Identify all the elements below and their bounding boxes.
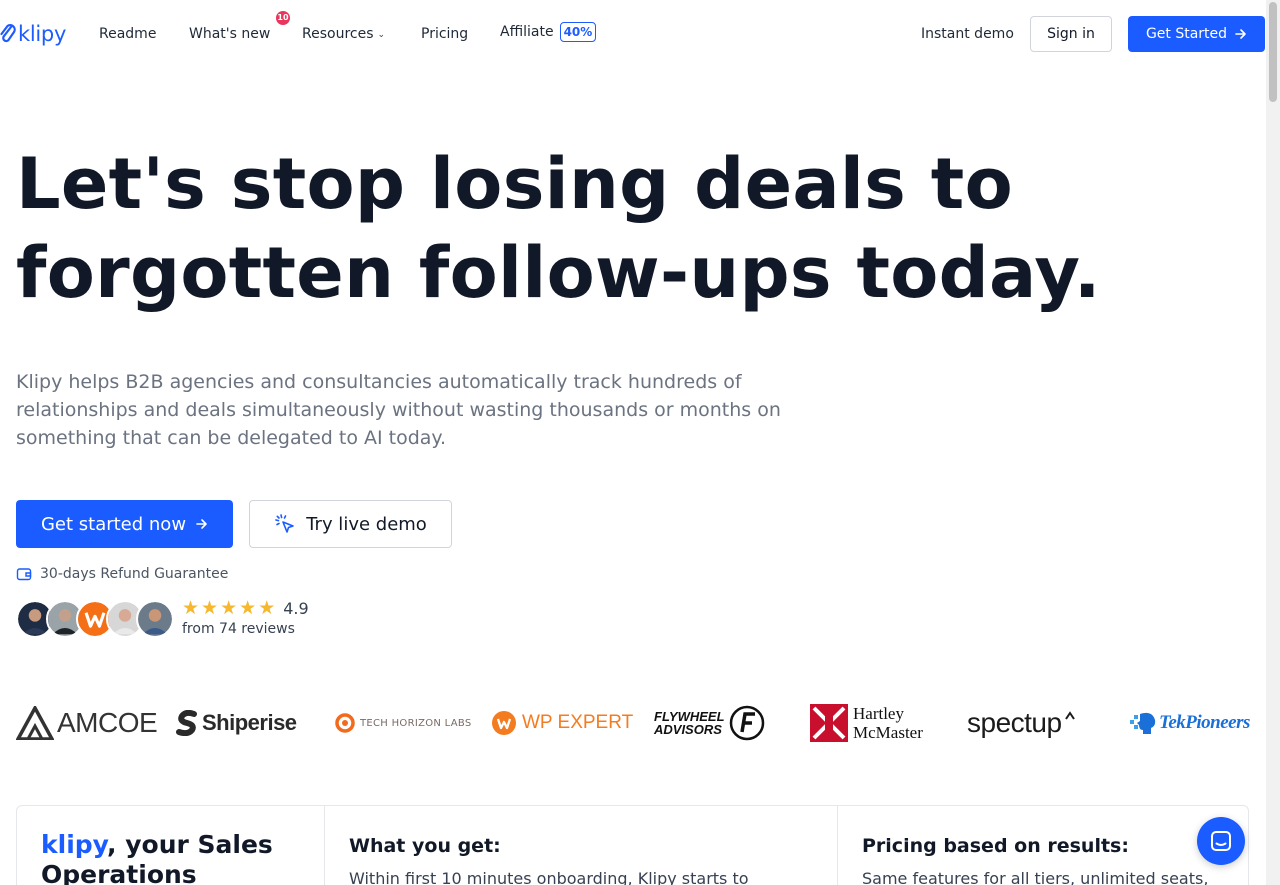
wp-expert-wordmark: WP EXPERT — [522, 712, 634, 733]
rating-value: 4.9 — [283, 598, 309, 618]
pricing-card-body: Same features for all tiers, unlimited s… — [862, 869, 1209, 885]
star-icon: ★ — [258, 597, 276, 619]
amcoe-mark-icon — [16, 706, 54, 740]
flywheel-mark-icon — [729, 705, 764, 741]
nav-resources[interactable]: Resources ⌄ — [302, 24, 385, 46]
flywheel-advisors-logo: FLYWHEEL ADVISORS — [654, 700, 766, 746]
hartley-mark-icon — [810, 704, 848, 742]
arrow-right-icon — [196, 519, 207, 529]
refund-guarantee: 30-days Refund Guarantee — [16, 564, 228, 584]
refund-text: 30-days Refund Guarantee — [40, 566, 229, 582]
tech-horizon-wordmark: TECH HORIZON LABS — [360, 717, 472, 729]
tekpioneers-logo: TekPioneers — [1130, 700, 1250, 746]
nav-pricing[interactable]: Pricing — [421, 24, 468, 44]
nav-readme[interactable]: Readme — [99, 24, 156, 44]
tech-horizon-mark-icon — [335, 713, 355, 733]
spectup-logo: spectup — [967, 700, 1076, 746]
wallet-icon — [16, 568, 32, 581]
caret-up-icon — [1064, 711, 1075, 720]
whats-new-count-badge: 10 — [276, 11, 290, 25]
hartley-line1: Hartley — [853, 704, 904, 723]
shiperise-mark-icon — [176, 710, 197, 736]
try-live-demo-label: Try live demo — [306, 513, 427, 535]
tekpioneers-wordmark: TekPioneers — [1159, 712, 1250, 733]
nav-affiliate[interactable]: Affiliate 40% — [500, 22, 597, 42]
card-divider — [324, 806, 325, 885]
star-icon: ★ — [239, 597, 257, 619]
feature-cards: klipy, your Sales Operations What you ge… — [16, 805, 1249, 885]
card-divider — [837, 806, 838, 885]
star-icon: ★ — [201, 597, 219, 619]
spectup-wordmark: spectup — [967, 707, 1062, 738]
hartley-line2: McMaster — [853, 723, 923, 742]
logo-link[interactable]: klipy — [0, 20, 66, 48]
shiperise-logo: Shiperise — [174, 700, 297, 746]
customer-logos: AMCOE Shiperise TECH HORIZON LABS WP EXP… — [16, 700, 1250, 746]
star-rating: ★ ★ ★ ★ ★ 4.9 — [182, 597, 309, 619]
star-icon: ★ — [182, 597, 200, 619]
brand-card-title: klipy, your Sales Operations — [41, 830, 301, 885]
reviews-count: from 74 reviews — [182, 621, 295, 637]
brand-name: klipy — [41, 830, 108, 859]
chat-launcher-button[interactable] — [1197, 817, 1245, 865]
hartley-mcmaster-logo: Hartley McMaster — [810, 700, 923, 746]
cursor-click-icon — [275, 514, 294, 533]
hero-title: Let's stop losing deals to forgotten fol… — [16, 143, 1101, 314]
star-icon: ★ — [220, 597, 238, 619]
top-navigation: klipy Readme What's new 10 Resources ⌄ Pr… — [0, 0, 1266, 68]
nav-whats-new[interactable]: What's new — [189, 24, 270, 44]
pricing-card-title: Pricing based on results: — [862, 835, 1129, 857]
get-started-now-button[interactable]: Get started now — [16, 500, 233, 548]
get-started-button[interactable]: Get Started — [1128, 16, 1265, 52]
get-started-label: Get Started — [1145, 26, 1228, 42]
try-live-demo-button[interactable]: Try live demo — [249, 500, 452, 548]
wp-expert-mark-icon — [492, 711, 516, 735]
amcoe-logo: AMCOE — [16, 700, 158, 746]
reviewer-avatars — [16, 600, 174, 640]
what-you-get-body: Within first 10 minutes onboarding, Klip… — [349, 869, 749, 885]
tekpioneers-mark-icon — [1130, 712, 1156, 734]
avatar — [136, 600, 174, 638]
arrow-right-icon — [1235, 29, 1246, 39]
paperclip-icon — [0, 24, 16, 43]
instant-demo-link[interactable]: Instant demo — [921, 24, 1014, 44]
shiperise-wordmark: Shiperise — [202, 710, 297, 735]
chevron-down-icon: ⌄ — [377, 30, 386, 40]
rating-summary: ★ ★ ★ ★ ★ 4.9 from 74 reviews — [182, 597, 309, 637]
scrollbar-thumb[interactable] — [1269, 2, 1277, 102]
wp-expert-logo: WP EXPERT — [492, 700, 633, 746]
affiliate-percent-badge: 40% — [559, 22, 597, 42]
chat-icon — [1211, 831, 1231, 851]
logo-text: klipy — [18, 22, 67, 46]
what-you-get-title: What you get: — [349, 835, 501, 857]
hero-subtitle: Klipy helps B2B agencies and consultanci… — [16, 371, 781, 449]
tech-horizon-logo: TECH HORIZON LABS — [334, 700, 472, 746]
nav-affiliate-label: Affiliate — [500, 24, 554, 40]
get-started-now-label: Get started now — [40, 513, 187, 535]
nav-resources-label: Resources — [302, 26, 374, 42]
amcoe-wordmark: AMCOE — [57, 707, 158, 738]
sign-in-button[interactable]: Sign in — [1030, 16, 1112, 52]
page-scrollbar[interactable] — [1266, 0, 1280, 885]
flywheel-line2: ADVISORS — [654, 722, 722, 737]
